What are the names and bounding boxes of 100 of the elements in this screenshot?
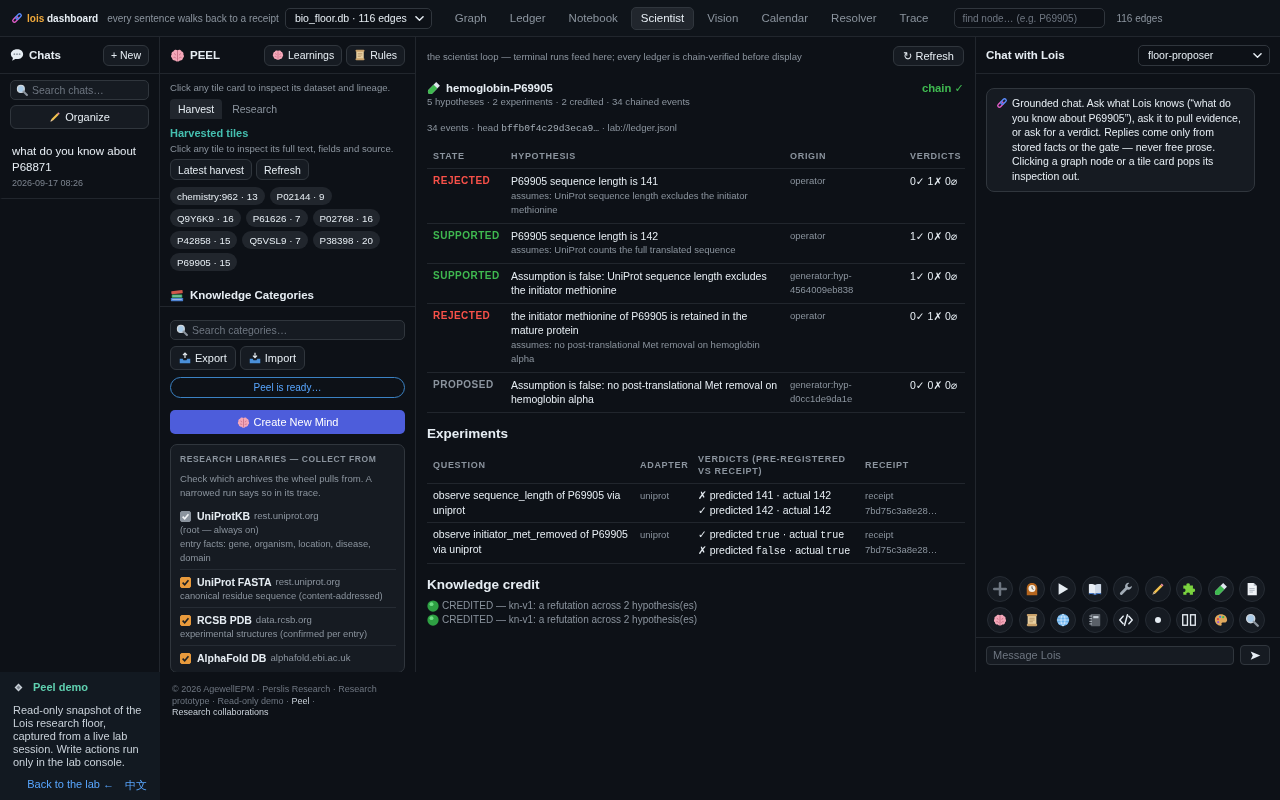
toolbar-button[interactable] <box>1050 576 1076 602</box>
project-title: hemoglobin-P69905 <box>446 82 553 94</box>
origin-cell: generator:hyp-4564009eb838 <box>784 263 904 303</box>
refresh-button[interactable]: ↻ Refresh <box>893 46 964 66</box>
search-field[interactable]: Search categories… <box>170 320 405 340</box>
library-note: experimental structures (confirmed per entry) <box>180 627 369 641</box>
nav-tab[interactable]: Trace <box>889 6 939 30</box>
tile-chip[interactable]: P61626 · 7 <box>245 209 308 227</box>
library-host: alphafold.ebi.ac.uk <box>270 651 351 665</box>
footer-link[interactable]: Research collaborations <box>172 707 269 717</box>
toolbar-button[interactable] <box>1113 607 1139 633</box>
origin-cell: generator:hyp-d0cc1de9da1e <box>784 372 904 412</box>
panel-tab[interactable]: Research <box>224 99 286 119</box>
tile-chip[interactable]: Q9Y6K9 · 16 <box>170 209 241 227</box>
library-note: canonical residue sequence (content-addressed) <box>180 589 384 603</box>
brand-name: lois dashboard <box>27 12 99 24</box>
scroll-button[interactable]: Rules <box>346 44 405 66</box>
message-text: Grounded chat. Ask what Lois knows (“what do you know about P69905”), ask it to pull evidence, or ask for a verdict. Replies come only from stored facts or the gate — never free prose. Clicking a graph node or a tile card pops its inspection out. <box>1012 96 1242 184</box>
assumption-text: assumes: UniProt sequence length excludes the initiator methionine <box>511 188 749 217</box>
puzzle-icon <box>1182 582 1196 596</box>
panel-title: PEEL <box>190 49 221 61</box>
search-field[interactable]: Search chats… <box>10 80 149 100</box>
nav-tab[interactable]: Vision <box>697 6 749 30</box>
toolbar-button[interactable] <box>1113 576 1139 602</box>
tile-chip[interactable]: P38398 · 20 <box>312 231 380 249</box>
tray-arrow-down-icon <box>248 352 261 364</box>
brain-icon <box>236 415 250 429</box>
nav-tab[interactable]: Calendar <box>751 6 819 30</box>
create-mind-button[interactable]: Create New Mind <box>170 410 405 434</box>
search-icon <box>1245 613 1259 627</box>
verdict-line: ✓ predicted true · actual true <box>698 526 846 543</box>
brain-icon <box>272 49 284 61</box>
harvest-button[interactable]: Latest harvest <box>170 159 252 180</box>
toolbar-button[interactable] <box>1239 607 1265 633</box>
toolbar-button[interactable] <box>1207 576 1234 602</box>
state-cell: PROPOSED <box>427 372 505 412</box>
toolbar-button[interactable] <box>1081 576 1108 602</box>
library-host: rest.uniprot.org <box>275 575 340 589</box>
panel-tab[interactable]: Harvest <box>170 99 223 119</box>
chat-title: what do you know about P68871 <box>12 144 138 175</box>
chevron-down-icon <box>414 15 424 21</box>
tile-chip[interactable]: chemistry:962 · 13 <box>170 187 265 205</box>
tile-chip[interactable]: P42858 · 15 <box>170 231 238 249</box>
nav-tab[interactable]: Resolver <box>821 6 887 30</box>
toolbar-button[interactable] <box>1176 576 1202 602</box>
toolbar-button[interactable] <box>1018 576 1045 602</box>
verdicts-cell: 0✓ 1✗ 0⌀ <box>904 303 965 372</box>
checkbox[interactable] <box>180 652 191 664</box>
node-search-field[interactable]: find node… (e.g. P69905) <box>954 8 1106 28</box>
hypothesis-text: Assumption is false: UniProt sequence length excludes the initiator methionine <box>511 268 768 298</box>
footer-link[interactable]: Peel <box>291 695 310 706</box>
toolbar-button[interactable] <box>1144 607 1171 633</box>
chat-item[interactable]: what do you know about P68871 2026-09-17 08:26 <box>0 135 159 199</box>
brain-icon <box>170 47 185 63</box>
nav-tab[interactable]: Notebook <box>558 6 628 30</box>
checkbox[interactable] <box>180 614 191 626</box>
column-header: QUESTION <box>427 446 634 483</box>
credit-text: CREDITED — kn-v1: a refutation across 2 hypothesis(es) <box>442 598 698 613</box>
agent-select[interactable]: floor-proposer <box>1138 44 1270 66</box>
export-button[interactable]: Export <box>170 346 236 370</box>
tile-chip[interactable]: P02768 · 16 <box>312 209 380 227</box>
column-header: VERDICTS (PRE-REGISTERED VS RECEIPT) <box>692 446 859 483</box>
tile-chip[interactable]: Q5VSL9 · 7 <box>242 231 308 249</box>
toolbar-button[interactable] <box>1050 607 1076 633</box>
dot-icon <box>1154 617 1161 623</box>
link[interactable]: Back to the lab ← <box>27 778 114 793</box>
column-header: ORIGIN <box>784 144 904 169</box>
nav-tab[interactable]: Ledger <box>499 6 556 30</box>
intro-text: Click any tile card to inspect its dataset and lineage. <box>170 81 392 95</box>
footer-text: © 2026 AgewellEPM · Perslis Research · Research prototype · Read-only demo · Peel · Research collaborations <box>172 684 377 717</box>
import-button[interactable]: Import <box>239 346 305 370</box>
message-field[interactable]: Message Lois <box>986 645 1234 665</box>
tile-chip[interactable]: P02144 · 9 <box>269 187 332 205</box>
checkbox[interactable] <box>180 576 191 588</box>
assumption-text: assumes: UniProt counts the full translated sequence <box>511 243 737 257</box>
toolbar-button[interactable] <box>1144 576 1171 602</box>
toolbar-button[interactable] <box>1081 607 1108 633</box>
database-select[interactable]: bio_floor.db · 116 edges <box>284 7 432 29</box>
organize-button[interactable]: Organize <box>10 105 149 129</box>
tile-chip[interactable]: P69905 · 15 <box>170 253 238 271</box>
origin-cell: operator <box>784 223 904 263</box>
hint-text: Click any tile to inspect its full text, fields and source. <box>170 142 395 156</box>
link[interactable]: 中文 <box>125 778 147 793</box>
toolbar-button[interactable] <box>1207 607 1234 633</box>
toolbar-button[interactable] <box>1239 576 1265 602</box>
nav-tab[interactable]: Graph <box>444 6 497 30</box>
toolbar-button[interactable] <box>1018 607 1045 633</box>
toolbar-button[interactable] <box>987 607 1013 633</box>
globe-icon <box>1056 613 1070 627</box>
brain-button[interactable]: Learnings <box>264 44 343 66</box>
send-button[interactable] <box>1240 645 1270 665</box>
harvest-button[interactable]: Refresh <box>255 159 309 180</box>
brain-icon <box>993 613 1007 627</box>
send-icon <box>1249 649 1261 661</box>
verdict-line: ✗ predicted false · actual true <box>698 542 852 559</box>
toolbar-button[interactable] <box>1176 607 1202 633</box>
state-cell: SUPPORTED <box>427 223 505 263</box>
chat-time: 2026-09-17 08:26 <box>12 177 85 189</box>
new-chat-button[interactable]: + New <box>102 44 149 66</box>
nav-tab[interactable]: Scientist <box>630 6 695 30</box>
